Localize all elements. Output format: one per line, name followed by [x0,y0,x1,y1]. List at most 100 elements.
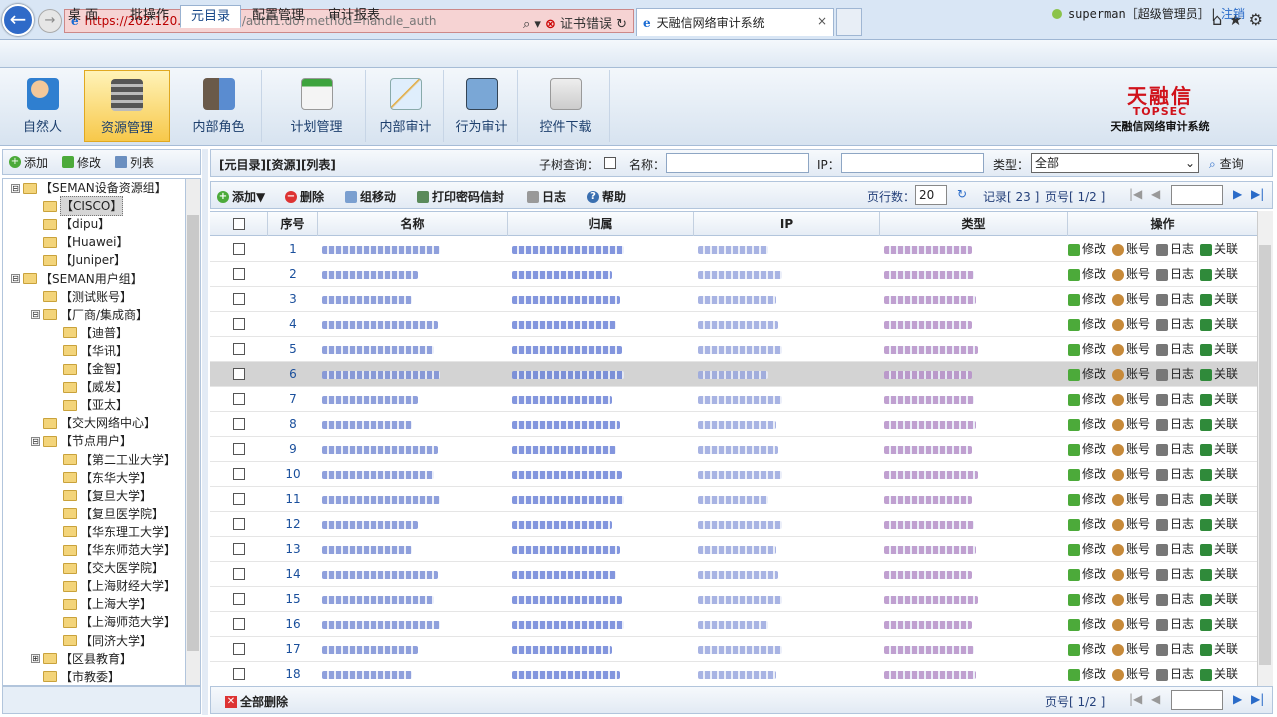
op-log-button[interactable]: 日志 [1156,512,1194,537]
op-account-button[interactable]: 账号 [1112,437,1150,462]
row-checkbox[interactable] [233,518,245,530]
row-checkbox[interactable] [233,468,245,480]
op-edit-button[interactable]: 修改 [1068,312,1106,337]
log-button[interactable]: 日志 [527,188,566,205]
table-row[interactable]: 11 修改 账号 日志 关联 [210,487,1257,512]
first-page-icon[interactable]: |◀ [1129,187,1142,201]
tree-node[interactable]: 【市教委】 [31,668,120,685]
op-link-button[interactable]: 关联 [1200,537,1238,562]
ip-input[interactable] [841,153,984,173]
op-edit-button[interactable]: 修改 [1068,562,1106,587]
op-edit-button[interactable]: 修改 [1068,337,1106,362]
row-checkbox[interactable] [233,493,245,505]
row-checkbox[interactable] [233,643,245,655]
back-arrow-icon[interactable]: ← [2,4,34,36]
row-checkbox[interactable] [233,568,245,580]
tree-node[interactable]: 【测试账号】 [31,288,132,306]
bottom-prev-page-icon[interactable]: ◀ [1151,692,1160,706]
tree-node[interactable]: 【dipu】 [31,215,110,233]
op-edit-button[interactable]: 修改 [1068,362,1106,387]
op-edit-button[interactable]: 修改 [1068,637,1106,662]
op-account-button[interactable]: 账号 [1112,562,1150,587]
tree-node[interactable]: 【华讯】 [51,342,128,360]
op-edit-button[interactable]: 修改 [1068,512,1106,537]
op-log-button[interactable]: 日志 [1156,262,1194,287]
op-edit-button[interactable]: 修改 [1068,287,1106,312]
group-move-button[interactable]: 组移动 [345,188,396,205]
table-row[interactable]: 1 修改 账号 日志 关联 [210,237,1257,262]
nav-tab-desktop[interactable]: 桌 面 [58,5,108,28]
row-checkbox[interactable] [233,668,245,680]
tree-node[interactable]: 【东华大学】 [51,469,152,487]
row-checkbox[interactable] [233,418,245,430]
op-edit-button[interactable]: 修改 [1068,487,1106,512]
delete-button[interactable]: − 删除 [285,188,324,205]
op-link-button[interactable]: 关联 [1200,512,1238,537]
bottom-page-jump-input[interactable] [1171,690,1223,710]
header-name[interactable]: 名称 [318,212,508,236]
print-envelope-button[interactable]: 打印密码信封 [417,188,504,205]
table-row[interactable]: 9 修改 账号 日志 关联 [210,437,1257,462]
op-link-button[interactable]: 关联 [1200,387,1238,412]
op-account-button[interactable]: 账号 [1112,587,1150,612]
op-link-button[interactable]: 关联 [1200,287,1238,312]
op-log-button[interactable]: 日志 [1156,462,1194,487]
op-account-button[interactable]: 账号 [1112,412,1150,437]
op-log-button[interactable]: 日志 [1156,537,1194,562]
subtree-checkbox[interactable] [604,157,616,169]
nav-tab-audit-report[interactable]: 审计报表 [318,5,390,28]
op-link-button[interactable]: 关联 [1200,462,1238,487]
delete-all-button[interactable]: ✕ 全部删除 [225,693,288,710]
tree-node[interactable]: 【同济大学】 [51,632,152,650]
add-dropdown-button[interactable]: + 添加▼ [217,188,265,205]
tree-node[interactable]: ⊟ 【节点用户】 [31,432,132,450]
table-row[interactable]: 5 修改 账号 日志 关联 [210,337,1257,362]
op-link-button[interactable]: 关联 [1200,337,1238,362]
op-account-button[interactable]: 账号 [1112,487,1150,512]
op-link-button[interactable]: 关联 [1200,437,1238,462]
toolbar-internal-audit[interactable]: 内部审计 [368,70,444,142]
next-page-icon[interactable]: ▶ [1233,187,1242,201]
tree-node[interactable]: 【亚太】 [51,396,128,414]
tree-scroll-thumb[interactable] [187,215,199,651]
page-jump-input[interactable] [1171,185,1223,205]
tree-edit-button[interactable]: 修改 [62,154,101,171]
op-link-button[interactable]: 关联 [1200,312,1238,337]
table-scroll-thumb[interactable] [1259,245,1271,665]
op-account-button[interactable]: 账号 [1112,387,1150,412]
row-checkbox[interactable] [233,243,245,255]
toolbar-natural-person[interactable]: 自然人 [0,70,86,142]
op-link-button[interactable]: 关联 [1200,662,1238,686]
type-select[interactable]: 全部 ⌄ [1031,153,1199,173]
tree-node[interactable]: 【Huawei】 [31,233,129,251]
op-edit-button[interactable]: 修改 [1068,462,1106,487]
table-row[interactable]: 3 修改 账号 日志 关联 [210,287,1257,312]
table-row[interactable]: 16 修改 账号 日志 关联 [210,612,1257,637]
op-account-button[interactable]: 账号 [1112,512,1150,537]
row-checkbox[interactable] [233,443,245,455]
op-account-button[interactable]: 账号 [1112,462,1150,487]
tree-node[interactable]: 【上海财经大学】 [51,577,176,595]
op-account-button[interactable]: 账号 [1112,662,1150,686]
prev-page-icon[interactable]: ◀ [1151,187,1160,201]
tree-node[interactable]: 【金智】 [51,360,128,378]
table-row[interactable]: 10 修改 账号 日志 关联 [210,462,1257,487]
op-link-button[interactable]: 关联 [1200,612,1238,637]
toolbar-control-download[interactable]: 控件下载 [522,70,610,142]
toolbar-behavior-audit[interactable]: 行为审计 [446,70,518,142]
op-link-button[interactable]: 关联 [1200,262,1238,287]
op-edit-button[interactable]: 修改 [1068,237,1106,262]
op-link-button[interactable]: 关联 [1200,487,1238,512]
op-edit-button[interactable]: 修改 [1068,587,1106,612]
page-rows-input[interactable]: 20 [915,185,947,205]
address-controls[interactable]: ⌕ ▾ ⊗ 证书错误 ↻ [523,13,627,32]
table-row[interactable]: 8 修改 账号 日志 关联 [210,412,1257,437]
collapse-icon[interactable]: ⊟ [31,436,40,446]
row-checkbox[interactable] [233,593,245,605]
op-log-button[interactable]: 日志 [1156,487,1194,512]
op-log-button[interactable]: 日志 [1156,437,1194,462]
tree-node[interactable]: ⊟ 【厂商/集成商】 [31,306,148,324]
tree-node[interactable]: 【CISCO】 [31,196,124,217]
row-checkbox[interactable] [233,393,245,405]
op-log-button[interactable]: 日志 [1156,587,1194,612]
